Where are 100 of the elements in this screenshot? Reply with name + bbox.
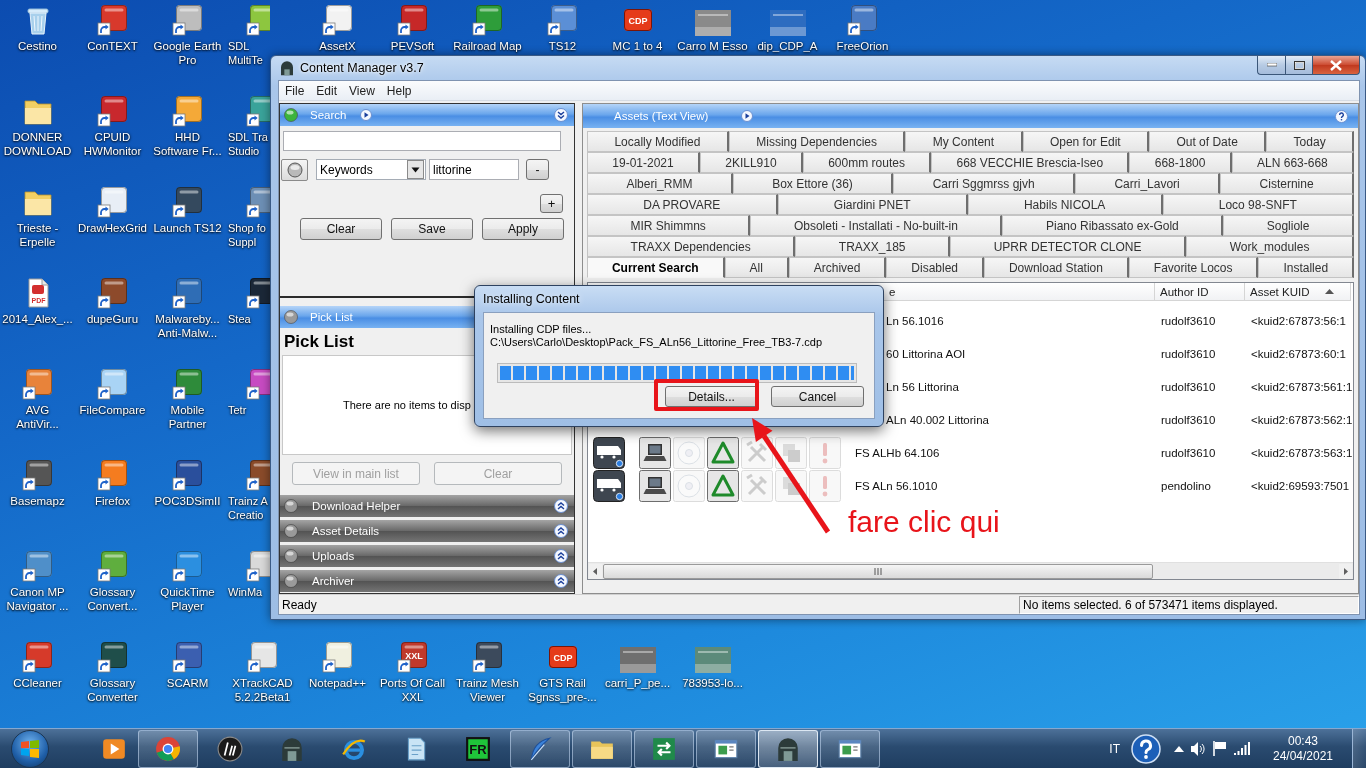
minimize-button[interactable] bbox=[1257, 56, 1285, 75]
tab[interactable]: Missing Dependencies bbox=[728, 131, 906, 152]
double-chevron-up-icon[interactable] bbox=[554, 574, 568, 588]
tab[interactable]: Habils NICOLA bbox=[967, 194, 1163, 215]
double-chevron-up-icon[interactable] bbox=[554, 499, 568, 513]
taskbar-button[interactable]: FR bbox=[448, 729, 508, 768]
icon-label[interactable]: CPUID HWMonitor bbox=[83, 130, 142, 158]
shortcut-icon[interactable] bbox=[171, 186, 204, 218]
icon-label[interactable]: XTrackCAD 5.2.2Beta1 bbox=[232, 676, 293, 704]
tab[interactable]: My Content bbox=[905, 131, 1023, 152]
icon-label[interactable]: Notepad++ bbox=[309, 676, 366, 690]
close-button[interactable] bbox=[1313, 56, 1360, 75]
laptop-icon[interactable] bbox=[639, 469, 671, 502]
shortcut-icon[interactable] bbox=[471, 641, 504, 673]
column-header[interactable]: Asset KUID bbox=[1245, 283, 1351, 301]
shortcut-icon[interactable] bbox=[96, 4, 129, 36]
shortcut-icon[interactable] bbox=[96, 641, 129, 673]
icon-label[interactable]: QuickTime Player bbox=[160, 585, 215, 613]
icon-label[interactable]: Stea bbox=[228, 312, 251, 326]
icon-label[interactable]: dupeGuru bbox=[86, 312, 139, 326]
shortcut-icon[interactable] bbox=[171, 277, 204, 309]
tab[interactable]: Sogliole bbox=[1223, 215, 1354, 236]
icon-label[interactable]: dip_CDP_A bbox=[757, 39, 818, 53]
column-header[interactable]: Author ID bbox=[1155, 283, 1245, 301]
remove-button[interactable]: - bbox=[526, 159, 549, 180]
icon-label[interactable]: SDL MultiTe bbox=[228, 39, 263, 67]
icon-label[interactable]: DONNER DOWNLOAD bbox=[3, 130, 72, 158]
menu-item[interactable]: Edit bbox=[310, 81, 344, 100]
tab[interactable]: Disabled bbox=[886, 257, 984, 278]
cancel-button[interactable]: Cancel bbox=[771, 386, 864, 407]
tab[interactable]: 19-01-2021 bbox=[587, 152, 700, 173]
icon-label[interactable]: Glossary Converter bbox=[87, 676, 138, 704]
add-button[interactable]: + bbox=[540, 194, 563, 213]
tab[interactable]: All bbox=[724, 257, 789, 278]
signal-icon[interactable] bbox=[1234, 742, 1250, 755]
shortcut-icon[interactable] bbox=[846, 4, 879, 36]
shortcut-icon[interactable] bbox=[21, 459, 54, 491]
tab[interactable]: 2KILL910 bbox=[699, 152, 803, 173]
icon-label[interactable]: TS12 bbox=[548, 39, 577, 53]
shortcut-icon[interactable] bbox=[471, 4, 504, 36]
icon-label[interactable]: 2014_Alex_... bbox=[2, 312, 73, 326]
icon-label[interactable]: Malwareby... Anti-Malw... bbox=[155, 312, 220, 340]
tab[interactable]: DA PROVARE bbox=[587, 194, 778, 215]
icon-label[interactable]: Mobile Partner bbox=[168, 403, 207, 431]
menu-item[interactable]: View bbox=[343, 81, 381, 100]
shortcut-icon[interactable] bbox=[96, 95, 129, 127]
tab[interactable]: 668-1800 bbox=[1129, 152, 1232, 173]
tab[interactable]: 668 VECCHIE Brescia-Iseo bbox=[931, 152, 1130, 173]
icon-label[interactable]: Canon MP Navigator ... bbox=[6, 585, 69, 613]
icon-label[interactable]: HHD Software Fr... bbox=[153, 130, 222, 158]
icon-label[interactable]: Shop fo Suppl bbox=[228, 221, 266, 249]
icon-label[interactable]: WinMa bbox=[228, 585, 263, 599]
icon-label[interactable]: Glossary Convert... bbox=[87, 585, 138, 613]
icon-label[interactable]: Ports Of Call XXL bbox=[379, 676, 446, 704]
play-icon[interactable] bbox=[360, 109, 373, 121]
taskbar-button[interactable] bbox=[696, 729, 756, 768]
language-indicator[interactable]: IT bbox=[1109, 741, 1120, 756]
shortcut-icon[interactable] bbox=[171, 550, 204, 582]
shortcut-icon[interactable] bbox=[96, 186, 129, 218]
taskbar-button[interactable] bbox=[820, 729, 880, 768]
horizontal-scrollbar[interactable] bbox=[588, 562, 1353, 579]
tools-icon[interactable] bbox=[741, 436, 773, 469]
icon-label[interactable]: Trainz Mesh Viewer bbox=[456, 676, 519, 704]
icon-label[interactable]: CCleaner bbox=[13, 676, 62, 690]
tab[interactable]: Carri_Lavori bbox=[1075, 173, 1221, 194]
icon-label[interactable]: SDL Tra Studio bbox=[228, 130, 268, 158]
tab[interactable]: Giardini PNET bbox=[777, 194, 968, 215]
icon-label[interactable]: Cestino bbox=[18, 39, 57, 53]
tab[interactable]: Installed bbox=[1258, 257, 1355, 278]
icon-label[interactable]: FreeOrion bbox=[836, 39, 889, 53]
play-icon[interactable] bbox=[741, 110, 754, 122]
icon-label[interactable]: carri_P_pe... bbox=[604, 676, 671, 690]
icon-label[interactable]: MC 1 to 4 bbox=[612, 39, 663, 53]
show-desktop-button[interactable] bbox=[1352, 728, 1366, 768]
icon-label[interactable]: Railroad Map bbox=[453, 39, 522, 53]
stacked-squares-icon[interactable] bbox=[775, 436, 807, 469]
keyword-field[interactable]: littorine bbox=[429, 159, 519, 180]
shortcut-icon[interactable] bbox=[171, 4, 204, 36]
tab[interactable]: Box Ettore (36) bbox=[732, 173, 894, 194]
panel-header[interactable]: Uploads bbox=[280, 545, 574, 567]
tab[interactable]: ALN 663-668 bbox=[1231, 152, 1355, 173]
tab[interactable]: Cisternine bbox=[1220, 173, 1354, 194]
toggle-button[interactable] bbox=[281, 158, 308, 181]
help-icon[interactable] bbox=[1335, 109, 1348, 123]
tab[interactable]: Current Search bbox=[587, 257, 725, 278]
clock-date[interactable]: 24/04/2021 bbox=[1272, 748, 1334, 764]
caret-up-icon[interactable] bbox=[1174, 745, 1184, 752]
double-chevron-down-icon[interactable] bbox=[554, 108, 568, 122]
tab[interactable]: Piano Ribassato ex-Gold bbox=[1002, 215, 1224, 236]
icon-label[interactable]: Carro M Esso bbox=[677, 39, 748, 53]
maximize-button[interactable] bbox=[1285, 56, 1313, 75]
details-button[interactable]: Details... bbox=[665, 386, 758, 407]
clock-time[interactable]: 00:43 bbox=[1288, 733, 1318, 749]
tab[interactable]: Favorite Locos bbox=[1128, 257, 1259, 278]
shortcut-icon[interactable] bbox=[171, 641, 204, 673]
shortcut-icon[interactable] bbox=[171, 368, 204, 400]
icon-label[interactable]: Launch TS12 bbox=[153, 221, 222, 235]
tab[interactable]: Today bbox=[1266, 131, 1355, 152]
shortcut-icon[interactable] bbox=[321, 4, 354, 36]
laptop-icon[interactable] bbox=[639, 436, 671, 469]
